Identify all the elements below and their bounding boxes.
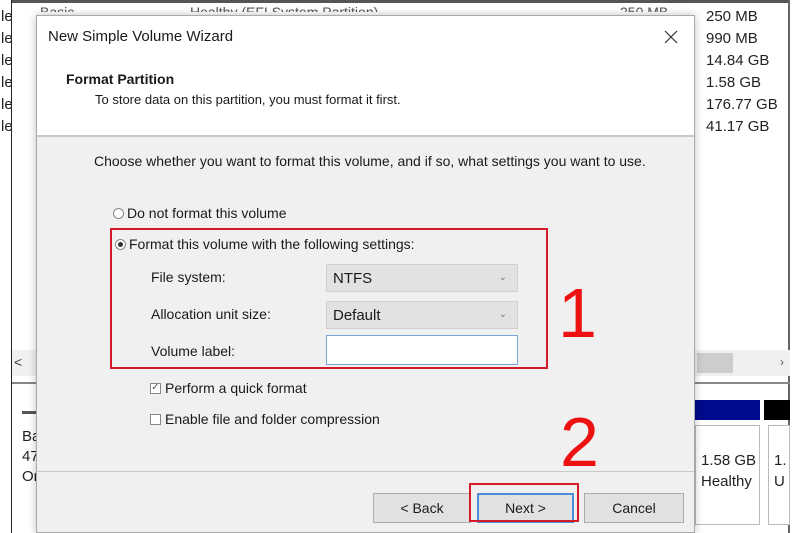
volume-row-type[interactable]: le <box>1 30 13 47</box>
footer-divider <box>37 471 694 472</box>
close-button[interactable] <box>656 22 686 52</box>
volume-row-type[interactable]: le <box>1 96 13 113</box>
scrollbar-thumb[interactable] <box>697 353 733 373</box>
partition-bar-unallocated <box>764 400 790 420</box>
checkbox-label: Perform a quick format <box>165 380 307 396</box>
next-button[interactable]: Next > <box>477 493 574 523</box>
scroll-right-button[interactable]: › <box>780 355 784 369</box>
volume-label-label: Volume label: <box>151 343 236 359</box>
volume-label-input[interactable] <box>326 335 518 365</box>
volume-row-type[interactable]: le <box>1 118 13 135</box>
radio-label: Do not format this volume <box>127 205 287 221</box>
allocation-unit-size-label: Allocation unit size: <box>151 306 271 322</box>
file-system-value: NTFS <box>333 269 373 287</box>
volume-row-free-space[interactable]: 176.77 GB <box>706 96 778 113</box>
partition-next-size: 1. <box>774 452 787 469</box>
page-title: Format Partition <box>66 71 175 87</box>
radio-format-volume[interactable]: Format this volume with the following se… <box>115 236 415 252</box>
background-ghost-layout: Basic <box>40 4 75 12</box>
close-icon <box>664 30 678 44</box>
checkbox-checked[interactable]: ✓ <box>150 382 161 394</box>
instruction-text: Choose whether you want to format this v… <box>94 153 646 169</box>
quick-format-checkbox-row[interactable]: ✓ Perform a quick format <box>150 380 307 396</box>
dialog-title: New Simple Volume Wizard <box>48 28 234 45</box>
partition-bar-primary <box>695 400 760 420</box>
pane-divider[interactable] <box>695 382 790 384</box>
background-ghost-status: Healthy (EFI System Partition) <box>190 4 379 12</box>
volume-row-free-space[interactable]: 990 MB <box>706 30 758 47</box>
compression-checkbox-row[interactable]: Enable file and folder compression <box>150 411 380 427</box>
chevron-down-icon: ⌄ <box>498 309 507 320</box>
allocation-unit-size-value: Default <box>333 306 381 324</box>
partition-size: 1.58 GB <box>701 452 757 469</box>
radio-do-not-format[interactable]: Do not format this volume <box>113 205 287 221</box>
checkbox-unchecked[interactable] <box>150 413 161 425</box>
volume-row-type[interactable]: le <box>1 52 13 69</box>
volume-row-free-space[interactable]: 41.17 GB <box>706 118 769 135</box>
volume-row-free-space[interactable]: 250 MB <box>706 8 758 25</box>
dialog-header: New Simple Volume Wizard Format Partitio… <box>37 16 694 137</box>
chevron-down-icon: ⌄ <box>498 272 507 283</box>
file-system-label: File system: <box>151 269 226 285</box>
background-header-line <box>12 0 788 3</box>
checkbox-label: Enable file and folder compression <box>165 411 380 427</box>
pane-divider[interactable] <box>12 382 36 384</box>
page-subtitle: To store data on this partition, you mus… <box>95 92 401 107</box>
volume-row-free-space[interactable]: 14.84 GB <box>706 52 769 69</box>
allocation-unit-size-select[interactable]: Default ⌄ <box>326 301 518 329</box>
radio-button-unchecked[interactable] <box>113 207 124 219</box>
disk-icon <box>22 411 36 414</box>
cancel-button[interactable]: Cancel <box>584 493 684 523</box>
scroll-left-button[interactable]: < <box>12 350 36 376</box>
radio-label: Format this volume with the following se… <box>129 236 415 252</box>
background-ghost-capacity: 250 MB <box>620 4 669 12</box>
back-button[interactable]: < Back <box>373 493 471 523</box>
volume-row-free-space[interactable]: 1.58 GB <box>706 74 761 91</box>
partition-status: Healthy <box>701 473 752 490</box>
volume-row-type[interactable]: le <box>1 74 13 91</box>
file-system-select[interactable]: NTFS ⌄ <box>326 264 518 292</box>
volume-row-type[interactable]: le <box>1 8 13 25</box>
screen: Basic Healthy (EFI System Partition) 250… <box>0 0 800 533</box>
partition-next-status: U <box>774 473 785 490</box>
radio-button-checked[interactable] <box>115 238 126 250</box>
new-simple-volume-wizard-dialog: New Simple Volume Wizard Format Partitio… <box>36 15 695 533</box>
